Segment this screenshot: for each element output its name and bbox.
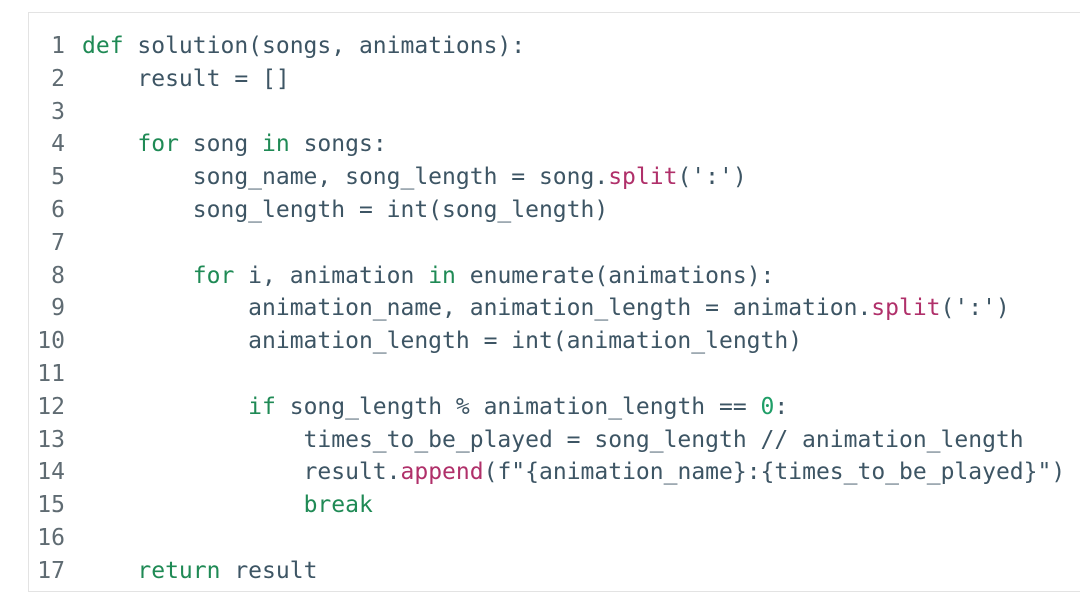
line-number: 13 <box>37 426 65 453</box>
code-token: f"{animation_name}:{times_to_be_played}" <box>497 459 1052 486</box>
code-token: songs: <box>289 131 387 158</box>
code-token: result. <box>82 459 401 486</box>
code-token: solution(songs, animations): <box>123 33 526 59</box>
line-number: 14 <box>37 459 65 486</box>
code-text: result.append(f"{animation_name}:{times_… <box>82 456 1066 489</box>
code-text: song_length = int(song_length) <box>82 194 608 227</box>
line-number: 16 <box>37 524 65 551</box>
code-token: append <box>400 459 484 486</box>
code-token: result <box>220 557 318 584</box>
code-token: ( <box>483 459 498 486</box>
line-number: 8 <box>51 262 65 289</box>
code-token: break <box>303 492 373 519</box>
line-number: 17 <box>37 557 65 584</box>
code-line[interactable]: 8 for i, animation in enumerate(animatio… <box>29 260 1065 293</box>
code-line[interactable]: 15 break <box>29 489 1065 522</box>
code-editor-panel: 1 def solution(songs, animations): 2 resul… <box>28 12 1080 592</box>
code-text: animation_length = int(animation_length) <box>82 325 802 358</box>
code-text: song_name, song_length = song.split(':') <box>82 161 747 194</box>
code-area[interactable]: 1 def solution(songs, animations): 2 resul… <box>29 30 1065 588</box>
code-text: def solution(songs, animations): <box>82 30 525 63</box>
code-text: result = [] <box>82 63 290 96</box>
code-token: result = [] <box>82 65 290 92</box>
code-line[interactable]: 17 return result <box>29 555 1065 588</box>
code-token: times_to_be_played = song_length // anim… <box>82 426 1024 453</box>
code-token: in <box>262 131 290 158</box>
line-number: 9 <box>51 295 65 322</box>
line-number: 7 <box>51 229 65 256</box>
code-line[interactable]: 2 result = [] <box>29 63 1065 96</box>
code-line[interactable]: 13 times_to_be_played = song_length // a… <box>29 424 1065 457</box>
code-text: for song in songs: <box>82 128 387 161</box>
line-number: 3 <box>51 98 65 125</box>
code-line[interactable]: 6 song_length = int(song_length) <box>29 194 1065 227</box>
code-token: for <box>137 131 179 158</box>
code-line[interactable]: 1 def solution(songs, animations): <box>29 30 1065 63</box>
code-line[interactable]: 7 <box>29 227 1065 260</box>
code-line[interactable]: 9 animation_name, animation_length = ani… <box>29 292 1065 325</box>
code-token: enumerate(animations): <box>455 262 775 289</box>
code-line[interactable]: 3 <box>29 96 1065 129</box>
code-token: : <box>774 393 789 420</box>
line-number: 10 <box>37 328 65 355</box>
line-number: 2 <box>51 65 65 92</box>
code-token: return <box>137 557 221 584</box>
code-line[interactable]: 16 <box>29 522 1065 555</box>
code-token: for <box>192 262 235 289</box>
line-number: 15 <box>37 492 65 519</box>
code-token: animation_length = int(animation_length) <box>82 328 803 355</box>
code-token: 0 <box>760 393 775 420</box>
code-token: ) <box>1051 459 1066 486</box>
code-line[interactable]: 4 for song in songs: <box>29 128 1065 161</box>
code-token: song_name, song_length = song. <box>82 164 609 191</box>
code-token: def <box>82 33 124 59</box>
code-token: song <box>178 131 263 158</box>
line-number: 1 <box>51 33 65 59</box>
code-line[interactable]: 14 result.append(f"{animation_name}:{tim… <box>29 456 1065 489</box>
code-line[interactable]: 11 <box>29 358 1065 391</box>
code-text: times_to_be_played = song_length // anim… <box>82 424 1024 457</box>
line-number: 4 <box>51 131 65 158</box>
code-token: animation_name, animation_length = anima… <box>82 295 872 322</box>
code-token: in <box>428 262 456 289</box>
code-token: (':') <box>940 295 1010 322</box>
code-line[interactable]: 10 animation_length = int(animation_leng… <box>29 325 1065 358</box>
code-text: animation_name, animation_length = anima… <box>82 292 1010 325</box>
code-token: i, animation <box>234 262 429 289</box>
code-text: return result <box>82 555 317 588</box>
code-text: for i, animation in enumerate(animations… <box>82 260 775 293</box>
code-text: if song_length % animation_length == 0: <box>82 391 788 424</box>
line-number: 11 <box>37 360 65 387</box>
code-token: song_length = int(song_length) <box>82 196 609 223</box>
code-token: song_length % animation_length == <box>275 393 761 420</box>
code-token: if <box>248 393 276 420</box>
code-line[interactable]: 12 if song_length % animation_length == … <box>29 391 1065 424</box>
code-token: split <box>608 164 678 191</box>
code-token: (':') <box>677 164 747 191</box>
code-text: break <box>82 489 373 522</box>
code-line[interactable]: 5 song_name, song_length = song.split(':… <box>29 161 1065 194</box>
code-token: split <box>871 295 941 322</box>
line-number: 6 <box>51 196 65 223</box>
line-number: 12 <box>37 393 65 420</box>
line-number: 5 <box>51 164 65 191</box>
